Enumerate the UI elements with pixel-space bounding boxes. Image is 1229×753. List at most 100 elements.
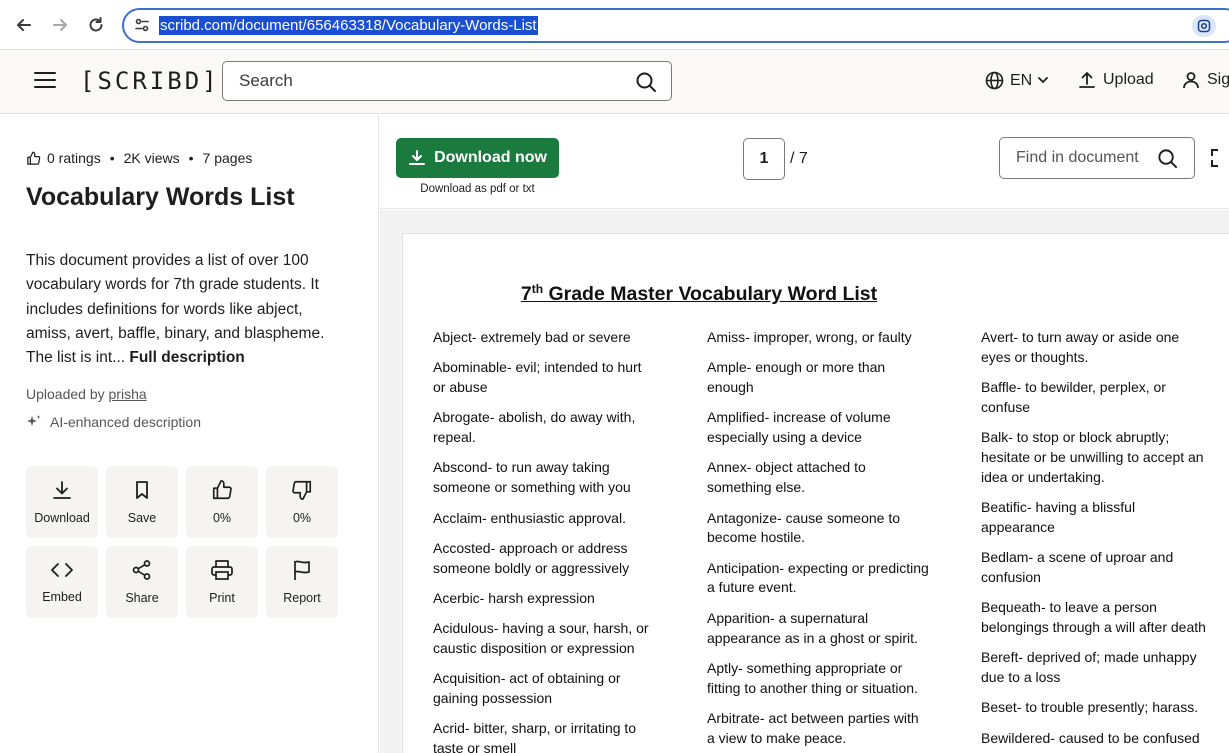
language-selector[interactable]: EN xyxy=(985,71,1049,90)
share-icon xyxy=(132,560,151,580)
vocab-entry: Beset- to trouble presently; harass. xyxy=(981,699,1199,716)
sign-in-button[interactable]: Sig xyxy=(1182,71,1229,89)
vocab-entry: Balk- to stop or block abruptly; hesitat… xyxy=(981,429,1204,485)
upload-label: Upload xyxy=(1103,71,1154,88)
vocab-entry: Acidulous- having a sour, harsh, or caus… xyxy=(433,620,649,657)
vocab-entry: Abject- extremely bad or severe xyxy=(433,329,631,345)
arrow-right-icon xyxy=(53,19,67,31)
uploader-link[interactable]: prisha xyxy=(109,386,147,402)
vocab-entry: Avert- to turn away or aside one eyes or… xyxy=(981,329,1180,365)
vocab-entry: Apparition- a supernatural appearance as… xyxy=(707,609,918,646)
forward-button[interactable] xyxy=(45,10,75,40)
find-in-document-box[interactable] xyxy=(999,137,1195,179)
back-button[interactable] xyxy=(9,10,39,40)
embed-action-label: Embed xyxy=(42,590,82,604)
sparkle-icon xyxy=(27,415,41,426)
reload-icon xyxy=(89,17,103,32)
search-icon xyxy=(1158,149,1178,169)
document-sidebar: 0 ratings • 2K views • 7 pages Vocabular… xyxy=(0,115,379,753)
vocab-entry: Annex- object attached to something else… xyxy=(707,459,866,496)
vocab-entry: Anticipation- expecting or predicting a … xyxy=(707,559,929,596)
vocab-column-3: Avert- to turn away or aside one eyes or… xyxy=(981,328,1211,753)
document-title: Vocabulary Words List xyxy=(26,183,295,211)
page-total: / 7 xyxy=(790,150,808,167)
vocab-entry: Aptly- something appropriate or fitting … xyxy=(707,659,918,696)
vocab-column-1: Abject- extremely bad or severe Abominab… xyxy=(433,328,655,753)
vocab-entry: Bewildered- caused to be confused emotio… xyxy=(981,729,1200,753)
user-icon xyxy=(1183,72,1199,89)
vocab-entry: Baffle- to bewilder, perplex, or confuse xyxy=(981,379,1166,415)
address-bar[interactable]: scribd.com/document/656463318/Vocabulary… xyxy=(122,8,1229,43)
vocab-entry: Acrid- bitter, sharp, or irritating to t… xyxy=(433,720,637,753)
flag-icon xyxy=(294,560,310,580)
google-lens-button[interactable] xyxy=(1192,15,1216,37)
uploaded-by-label: Uploaded by xyxy=(26,386,105,402)
search-box[interactable] xyxy=(222,61,672,101)
print-action-button[interactable]: Print xyxy=(186,546,258,618)
thumbs-down-icon xyxy=(292,480,312,500)
page-number-input[interactable] xyxy=(743,138,785,180)
download-action-label: Download xyxy=(34,511,90,525)
hamburger-icon xyxy=(34,72,56,88)
download-now-label: Download now xyxy=(434,149,547,166)
search-icon xyxy=(636,72,656,92)
ai-description-note: AI-enhanced description xyxy=(26,414,201,430)
pages-count: 7 pages xyxy=(202,150,253,166)
vocab-entry: Accosted- approach or address someone bo… xyxy=(433,539,630,576)
vocab-entry: Acerbic- harsh expression xyxy=(433,589,595,606)
printer-icon xyxy=(211,560,233,580)
download-action-button[interactable]: Download xyxy=(26,466,98,538)
bookmark-icon xyxy=(136,481,148,499)
site-info-button[interactable] xyxy=(134,17,150,33)
vocab-entry: Abominable- evil; intended to hurt or ab… xyxy=(433,359,642,396)
print-action-label: Print xyxy=(209,591,235,605)
like-action-button[interactable]: 0% xyxy=(186,466,258,538)
download-now-button[interactable]: Download now xyxy=(396,138,559,178)
upload-icon xyxy=(1079,72,1095,88)
vocab-entry: Abrogate- abolish, do away with, repeal. xyxy=(433,409,636,446)
full-description-link[interactable]: Full description xyxy=(129,349,244,366)
vocab-entry: Amplified- increase of volume especially… xyxy=(707,409,891,446)
thumbs-up-icon xyxy=(212,480,232,500)
scribd-logo[interactable]: [SCRIBD] xyxy=(80,67,220,95)
report-action-button[interactable]: Report xyxy=(266,546,338,618)
find-input[interactable] xyxy=(1016,149,1151,167)
lens-icon xyxy=(1197,19,1211,33)
vocab-entry: Arbitrate- act between parties with a vi… xyxy=(707,709,919,746)
download-icon xyxy=(53,481,71,499)
upload-button[interactable]: Upload xyxy=(1078,71,1154,89)
embed-action-button[interactable]: Embed xyxy=(26,546,98,618)
site-header: [SCRIBD] EN Upload Sig xyxy=(0,50,1229,114)
vocab-entry: Bedlam- a scene of uproar and confusion xyxy=(981,549,1174,585)
dislike-action-button[interactable]: 0% xyxy=(266,466,338,538)
share-action-button[interactable]: Share xyxy=(106,546,178,618)
language-label: EN xyxy=(1010,71,1033,89)
vocab-entry: Beatific- having a blissful appearance xyxy=(981,499,1136,535)
page-heading: 7th Grade Master Vocabulary Word List xyxy=(403,282,995,306)
save-action-button[interactable]: Save xyxy=(106,466,178,538)
reload-button[interactable] xyxy=(81,10,111,40)
vocab-column-2: Amiss- improper, wrong, or faulty Ample-… xyxy=(707,328,929,753)
vocab-entry: Acquisition- act of obtaining or gaining… xyxy=(433,670,621,707)
document-stats: 0 ratings • 2K views • 7 pages xyxy=(26,150,252,166)
vocab-entry: Abscond- to run away taking someone or s… xyxy=(433,459,631,496)
menu-button[interactable] xyxy=(34,71,56,89)
fullscreen-icon xyxy=(1211,149,1218,167)
url-text[interactable]: scribd.com/document/656463318/Vocabulary… xyxy=(159,16,538,35)
find-button[interactable] xyxy=(1157,148,1178,169)
ai-label: AI-enhanced description xyxy=(50,414,201,430)
download-white-icon xyxy=(409,150,426,165)
document-viewer[interactable]: 7th Grade Master Vocabulary Word List Ab… xyxy=(380,210,1229,753)
fullscreen-button[interactable] xyxy=(1210,148,1229,168)
search-button[interactable] xyxy=(635,71,657,93)
heading-superscript: th xyxy=(531,282,544,296)
search-input[interactable] xyxy=(239,71,619,91)
thumbs-up-small-icon xyxy=(27,151,41,165)
vocab-entry: Bequeath- to leave a person belongings t… xyxy=(981,599,1206,636)
heading-text: Grade Master Vocabulary Word List xyxy=(543,283,878,305)
vocab-entry: Amiss- improper, wrong, or faulty xyxy=(707,329,912,345)
code-icon xyxy=(51,563,73,577)
views-count: 2K views xyxy=(123,150,180,166)
ratings-count: 0 ratings xyxy=(47,150,101,166)
dislike-percent: 0% xyxy=(292,511,312,525)
